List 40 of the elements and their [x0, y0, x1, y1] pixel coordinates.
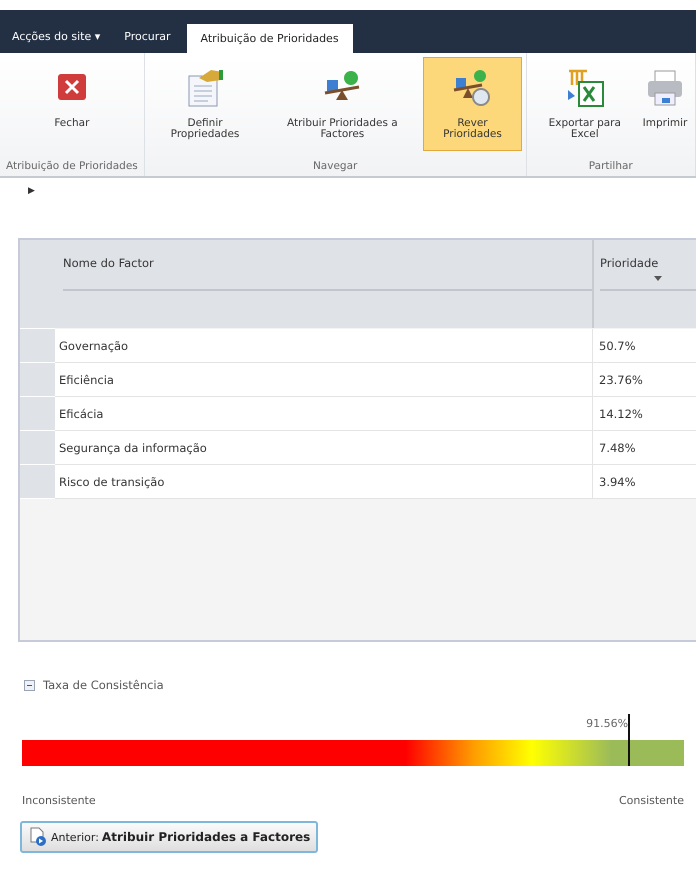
table-cell: Segurança da informação	[55, 431, 592, 465]
balance-magnifier-icon	[452, 68, 492, 108]
table-cell: Governação	[55, 329, 592, 363]
table-cell: 50.7%	[592, 329, 696, 363]
row-selector[interactable]	[20, 329, 55, 363]
document-arrow-icon	[28, 827, 48, 847]
row-selector[interactable]	[20, 431, 55, 465]
ribbon-button[interactable]: Imprimir	[639, 57, 691, 151]
table-cell: 14.12%	[592, 397, 696, 431]
table-cell: Risco de transição	[55, 465, 592, 499]
ribbon-group-label: Navegar	[312, 159, 358, 174]
max-label: Consistente	[618, 794, 684, 807]
printer-icon	[645, 68, 685, 108]
table-cell: 23.76%	[592, 363, 696, 397]
row-selector[interactable]	[20, 397, 55, 431]
row-selector[interactable]	[20, 363, 55, 397]
ribbon-button[interactable]: Fechar	[46, 57, 98, 151]
ribbon-group-label: Partilhar	[588, 159, 634, 174]
sort-icon	[654, 276, 662, 281]
table-cell: Eficácia	[55, 397, 592, 431]
meter-reading: 91.56%	[586, 717, 628, 730]
min-label: Inconsistente	[22, 794, 96, 807]
table-cell: 3.94%	[592, 465, 696, 499]
ribbon-button[interactable]: Rever Prioridades	[423, 57, 522, 151]
column-header[interactable]: Prioridade	[592, 240, 696, 328]
ribbon-button[interactable]: Exportar para Excel	[530, 57, 639, 151]
ribbon-button[interactable]: Atribuir Prioridades a Factores	[261, 57, 424, 151]
ribbon-button[interactable]: Definir Propriedades	[148, 57, 262, 151]
collapse-icon[interactable]	[24, 680, 35, 690]
table-cell: 7.48%	[592, 431, 696, 465]
table-cell: Eficiência	[55, 363, 592, 397]
row-selector[interactable]	[20, 465, 55, 499]
ribbon-tab[interactable]: Atribuição de Prioridades	[186, 24, 353, 53]
ribbon-group-label: Atribuição de Prioridades	[5, 159, 139, 174]
expand-arrow[interactable]: ▶	[28, 186, 696, 196]
site-actions-menu[interactable]: Acções do site ▾	[8, 30, 108, 53]
section-title: Taxa de Consistência	[43, 678, 164, 692]
ribbon-tab[interactable]: Procurar	[114, 30, 181, 53]
previous-button[interactable]: Anterior: Atribuir Prioridades a Factores	[20, 821, 318, 853]
column-header[interactable]: Nome do Factor	[55, 240, 592, 328]
